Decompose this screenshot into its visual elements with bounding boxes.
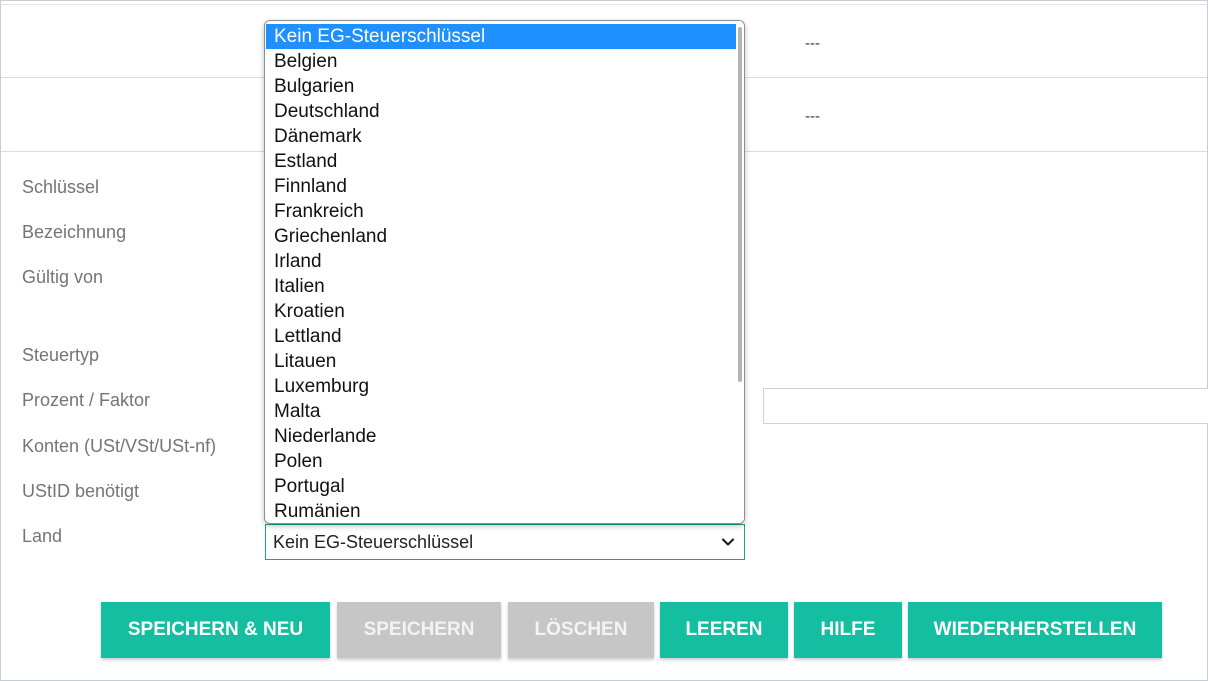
land-select-value: Kein EG-Steuerschlüssel [273,531,474,552]
dropdown-option[interactable]: Finnland [266,174,736,199]
scrollbar-thumb[interactable] [738,27,742,382]
dropdown-option[interactable]: Griechenland [266,224,736,249]
label-land: Land [22,526,63,546]
delete-button[interactable]: LÖSCHEN [508,602,654,658]
chevron-down-icon [721,538,735,546]
dropdown-option[interactable]: Belgien [266,49,736,74]
dropdown-option[interactable]: Malta [266,399,736,424]
label-konten: Konten (USt/VSt/USt-nf) [22,436,217,456]
dropdown-option[interactable]: Deutschland [266,99,736,124]
save-new-button[interactable]: SPEICHERN & NEU [101,602,330,658]
scrollbar[interactable] [736,21,744,523]
label-ustid: UStID benötigt [22,481,140,501]
dropdown-option[interactable]: Dänemark [266,124,736,149]
dropdown-option[interactable]: Estland [266,149,736,174]
faktor-input[interactable] [763,388,1208,424]
dropdown-option[interactable]: Frankreich [266,199,736,224]
clear-button[interactable]: LEEREN [660,602,788,658]
dropdown-option[interactable]: Kroatien [266,299,736,324]
dropdown-option[interactable]: Litauen [266,349,736,374]
help-button[interactable]: HILFE [794,602,902,658]
row-value: --- [805,35,820,52]
dropdown-option[interactable]: Niederlande [266,424,736,449]
land-dropdown-list[interactable]: Kein EG-Steuerschlüssel Belgien Bulgarien D… [264,20,745,524]
dropdown-option[interactable]: Luxemburg [266,374,736,399]
restore-button[interactable]: WIEDERHERSTELLEN [908,602,1162,658]
save-button[interactable]: SPEICHERN [337,602,501,658]
label-prozent: Prozent / Faktor [22,390,151,410]
label-schluessel: Schlüssel [22,177,100,197]
row-value: --- [805,108,820,125]
label-steuertyp: Steuertyp [22,345,100,365]
dropdown-option[interactable]: Portugal [266,474,736,499]
land-select[interactable]: Kein EG-Steuerschlüssel [265,524,745,560]
dropdown-option[interactable]: Polen [266,449,736,474]
label-bezeichnung: Bezeichnung [22,222,127,242]
dropdown-option[interactable]: Lettland [266,324,736,349]
label-gueltig-von: Gültig von [22,267,104,287]
dropdown-option[interactable]: Bulgarien [266,74,736,99]
dropdown-option[interactable]: Italien [266,274,736,299]
dropdown-option[interactable]: Kein EG-Steuerschlüssel [266,24,736,49]
dropdown-option[interactable]: Irland [266,249,736,274]
dropdown-option[interactable]: Rumänien [266,499,736,523]
